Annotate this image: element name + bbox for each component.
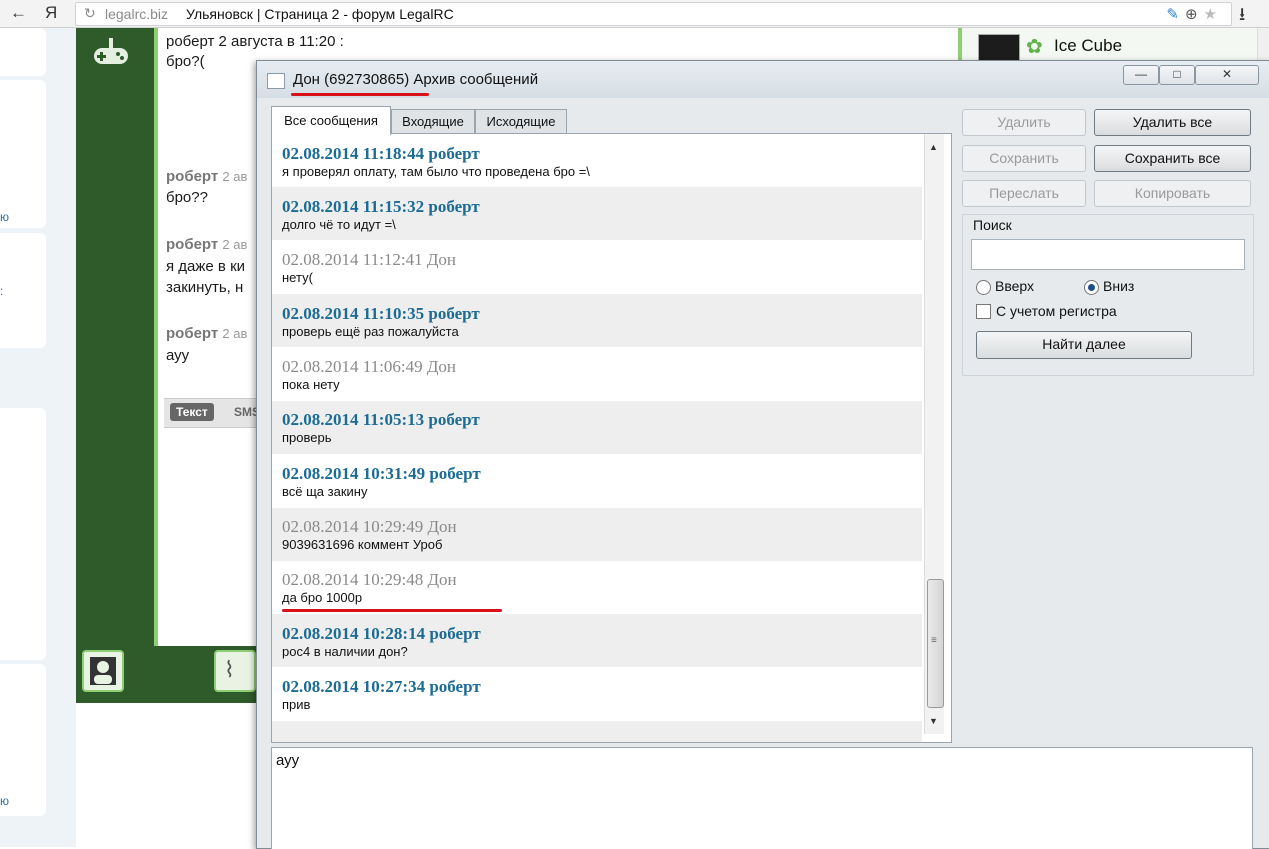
tab-text[interactable]: Текст	[170, 403, 214, 421]
archive-window-icon	[267, 73, 285, 89]
list-item[interactable]: 02.08.2014 11:06:49 Дон пока нету	[282, 357, 922, 392]
chat-message-text: я даже в ки	[166, 258, 246, 275]
search-group: Поиск Вверх Вниз С учетом регистра Найти…	[962, 214, 1254, 376]
radio-up-label: Вверх	[995, 278, 1035, 294]
forward-button[interactable]: Переслать	[962, 180, 1086, 207]
message-list-scrollbar[interactable]: ▲ ≡ ▼	[924, 134, 944, 734]
save-all-button[interactable]: Сохранить все	[1094, 145, 1251, 172]
chat-message-text: бро?(	[166, 53, 205, 70]
side-card	[0, 28, 46, 76]
list-item[interactable]: 02.08.2014 11:15:32 роберт долго чё то ид…	[282, 197, 922, 232]
yandex-logo-icon[interactable]: Я	[45, 3, 57, 23]
side-snippet: ю	[0, 210, 9, 224]
minimize-button[interactable]: —	[1123, 65, 1159, 85]
chat-message: роберт 2 ав	[166, 325, 248, 342]
message-archive-dialog: Дон (692730865) Архив сообщений — □ ✕ Вс…	[256, 60, 1269, 849]
radio-down-label: Вниз	[1103, 278, 1135, 294]
search-label: Поиск	[971, 217, 1014, 233]
pencil-icon[interactable]: ✎	[1166, 6, 1185, 23]
red-underline-annotation	[291, 93, 429, 96]
list-item[interactable]: 02.08.2014 11:10:35 роберт проверь ещё ра…	[282, 304, 922, 339]
scrollbar-thumb[interactable]: ≡	[927, 579, 944, 708]
list-item[interactable]: 02.08.2014 10:28:14 роберт рос4 в наличии…	[282, 624, 922, 659]
search-input[interactable]	[971, 239, 1245, 270]
chat-app-window: роберт 2 августа в 11:20 : бро?( роберт …	[76, 28, 344, 703]
contact-name[interactable]: Ice Cube	[1054, 36, 1122, 56]
address-bar[interactable]: ↻ legalrc.biz Ульяновск | Страница 2 - ф…	[75, 2, 1232, 26]
red-underline-annotation	[282, 609, 502, 612]
forum-page-background: ю : ю	[0, 28, 76, 847]
delete-button[interactable]: Удалить	[962, 109, 1086, 136]
message-list: 02.08.2014 11:18:44 роберт я проверял опл…	[271, 133, 952, 743]
maximize-button[interactable]: □	[1159, 65, 1195, 85]
back-arrow-icon[interactable]: ←	[10, 3, 27, 23]
side-card	[0, 80, 46, 228]
tab-outgoing[interactable]: Исходящие	[475, 109, 567, 134]
list-item[interactable]: 02.08.2014 10:31:49 роберт всё ща закину	[282, 464, 922, 499]
chat-message-text: ауу	[166, 347, 190, 364]
scroll-down-icon[interactable]: ▼	[929, 716, 938, 726]
list-item[interactable]: 02.08.2014 11:05:13 роберт проверь	[282, 410, 922, 445]
gamepad-icon	[94, 38, 128, 64]
close-button[interactable]: ✕	[1195, 65, 1259, 85]
case-sensitive-checkbox[interactable]	[976, 304, 991, 319]
side-card	[0, 408, 46, 660]
page-title: Ульяновск | Страница 2 - форум LegalRC	[186, 6, 454, 22]
radio-down[interactable]	[1084, 280, 1099, 295]
scroll-up-icon[interactable]: ▲	[929, 142, 938, 152]
chat-message-text: закинуть, н	[166, 279, 244, 296]
chat-bottom-bar: ⌇	[76, 646, 262, 703]
browser-toolbar: ← Я ↻ legalrc.biz Ульяновск | Страница 2…	[0, 0, 1269, 28]
copy-button[interactable]: Копировать	[1094, 180, 1251, 207]
side-card	[0, 233, 46, 348]
delete-all-button[interactable]: Удалить все	[1094, 109, 1251, 136]
chat-message: роберт 2 августа в 11:20 :	[166, 33, 344, 50]
side-snippet: ю	[0, 794, 9, 808]
message-input[interactable]: ауу	[271, 747, 1253, 849]
dialog-title-bar[interactable]: Дон (692730865) Архив сообщений — □ ✕	[257, 61, 1269, 98]
radio-up[interactable]	[976, 280, 991, 295]
save-button[interactable]: Сохранить	[962, 145, 1086, 172]
dialog-title: Дон (692730865) Архив сообщений	[293, 71, 539, 88]
find-next-button[interactable]: Найти далее	[976, 331, 1192, 359]
star-icon[interactable]: ★	[1204, 6, 1223, 23]
list-item[interactable]: 02.08.2014 10:29:49 Дон 9039631696 коммен…	[282, 517, 922, 552]
list-item[interactable]: 02.08.2014 11:12:41 Дон нету(	[282, 250, 922, 285]
clover-status-icon: ✿	[1026, 36, 1043, 58]
list-item[interactable]: 02.08.2014 10:27:34 роберт прив	[282, 677, 922, 712]
paperclip-icon: ⌇	[224, 657, 235, 682]
reload-icon[interactable]: ↻	[84, 5, 96, 22]
attach-button[interactable]: ⌇	[214, 650, 256, 692]
tab-incoming[interactable]: Входящие	[391, 109, 475, 134]
contact-avatar-button[interactable]	[82, 650, 124, 692]
chat-message-text: бро??	[166, 189, 208, 206]
side-snippet: :	[0, 284, 4, 298]
tab-all-messages[interactable]: Все сообщения	[271, 106, 391, 135]
grip-icon: ≡	[931, 635, 937, 646]
chat-message: роберт 2 ав	[166, 168, 248, 185]
user-icon	[90, 657, 116, 685]
list-item[interactable]: 02.08.2014 10:29:48 Дон да бро 1000р	[282, 570, 922, 605]
list-item[interactable]: 02.08.2014 11:18:44 роберт я проверял опл…	[282, 144, 922, 179]
url-domain: legalrc.biz	[105, 6, 169, 22]
chat-input-tabs: Текст SMS	[164, 398, 264, 428]
chat-message: роберт 2 ав	[166, 236, 248, 253]
message-input-text: ауу	[276, 752, 300, 769]
case-sensitive-label: С учетом регистра	[996, 303, 1117, 319]
zoom-icon[interactable]: ⊕	[1185, 6, 1204, 23]
